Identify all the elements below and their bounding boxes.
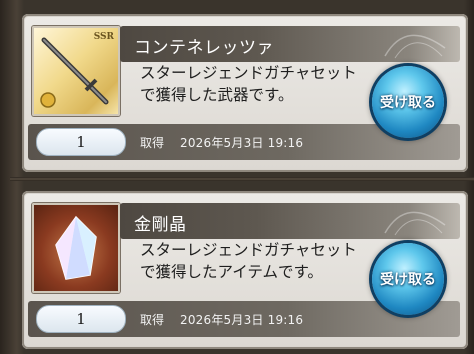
item-description: スターレジェンドガチャセットで獲得した武器です。 [140, 64, 357, 104]
card-divider [10, 177, 474, 181]
receive-button[interactable]: 受け取る [372, 66, 444, 138]
quantity: 1 [36, 305, 126, 333]
ornament-icon [384, 211, 446, 236]
title-bar: 金剛晶 [120, 203, 460, 239]
item-name: コンテネレッツァ [134, 38, 274, 58]
gift-card: SSR コンテネレッツァ スターレジェンドガチャセットで獲得した武器です。 1 … [22, 14, 468, 172]
acquired-label: 取得 [140, 313, 165, 327]
item-thumbnail [32, 203, 120, 293]
quantity: 1 [36, 128, 126, 156]
ssr-badge: SSR [93, 32, 114, 42]
ornament-icon [384, 34, 446, 59]
gift-card: 金剛晶 スターレジェンドガチャセットで獲得したアイテムです。 1 取得 2026… [22, 191, 468, 349]
acquired-date: 2026年5月3日 19:16 [180, 313, 304, 327]
receive-button[interactable]: 受け取る [372, 243, 444, 315]
acquired-date: 2026年5月3日 19:16 [180, 136, 304, 150]
receive-button-label: 受け取る [380, 95, 436, 111]
crystal-icon [55, 215, 97, 280]
acquired-label: 取得 [140, 136, 165, 150]
item-description: スターレジェンドガチャセットで獲得したアイテムです。 [140, 241, 357, 281]
title-bar: コンテネレッツァ [120, 26, 460, 62]
receive-button-label: 受け取る [380, 272, 436, 288]
weapon-thumbnail: SSR [32, 26, 120, 116]
item-name: 金剛晶 [134, 215, 187, 235]
